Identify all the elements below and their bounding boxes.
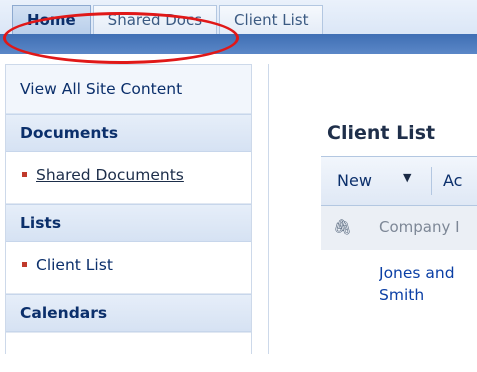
row-company-line-2: Smith	[379, 286, 425, 304]
nav-item-client-list[interactable]: Client List	[6, 242, 251, 294]
view-all-site-content-link[interactable]: View All Site Content	[6, 65, 251, 114]
toolbar-separator	[431, 167, 432, 195]
list-toolbar: New ▼ Ac	[321, 156, 477, 206]
column-header-company[interactable]: Company I	[379, 218, 460, 236]
nav-item-shared-documents[interactable]: Shared Documents	[6, 152, 251, 204]
nav-item-partial	[6, 332, 251, 372]
section-lists[interactable]: Lists	[6, 204, 251, 242]
column-header-row: 🖇 Company I	[321, 206, 477, 250]
quick-launch: View All Site Content Documents Shared D…	[5, 64, 252, 372]
table-row[interactable]: Jones and Smith	[379, 262, 477, 306]
bullet-icon	[22, 262, 27, 267]
nav-item-label: Client List	[36, 256, 113, 274]
tab-shared-docs[interactable]: Shared Docs	[92, 5, 218, 34]
section-documents[interactable]: Documents	[6, 114, 251, 152]
bullet-icon	[22, 172, 27, 177]
row-company-line-1: Jones and	[379, 264, 455, 282]
nav-item-label: Shared Documents	[36, 166, 184, 184]
new-dropdown-caret-icon[interactable]: ▼	[403, 171, 411, 184]
section-calendars[interactable]: Calendars	[6, 294, 251, 332]
page-title: Client List	[327, 122, 436, 144]
tab-strip: Home Shared Docs Client List	[12, 5, 325, 34]
tab-client-list[interactable]: Client List	[219, 5, 324, 34]
paperclip-icon: 🖇	[333, 218, 353, 236]
sub-navigation-bar	[0, 34, 477, 54]
tab-home[interactable]: Home	[12, 5, 91, 34]
new-button[interactable]: New	[337, 171, 372, 190]
main-content: Client List New ▼ Ac 🖇 Company I Jones a…	[268, 64, 477, 354]
actions-button[interactable]: Ac	[443, 171, 462, 190]
